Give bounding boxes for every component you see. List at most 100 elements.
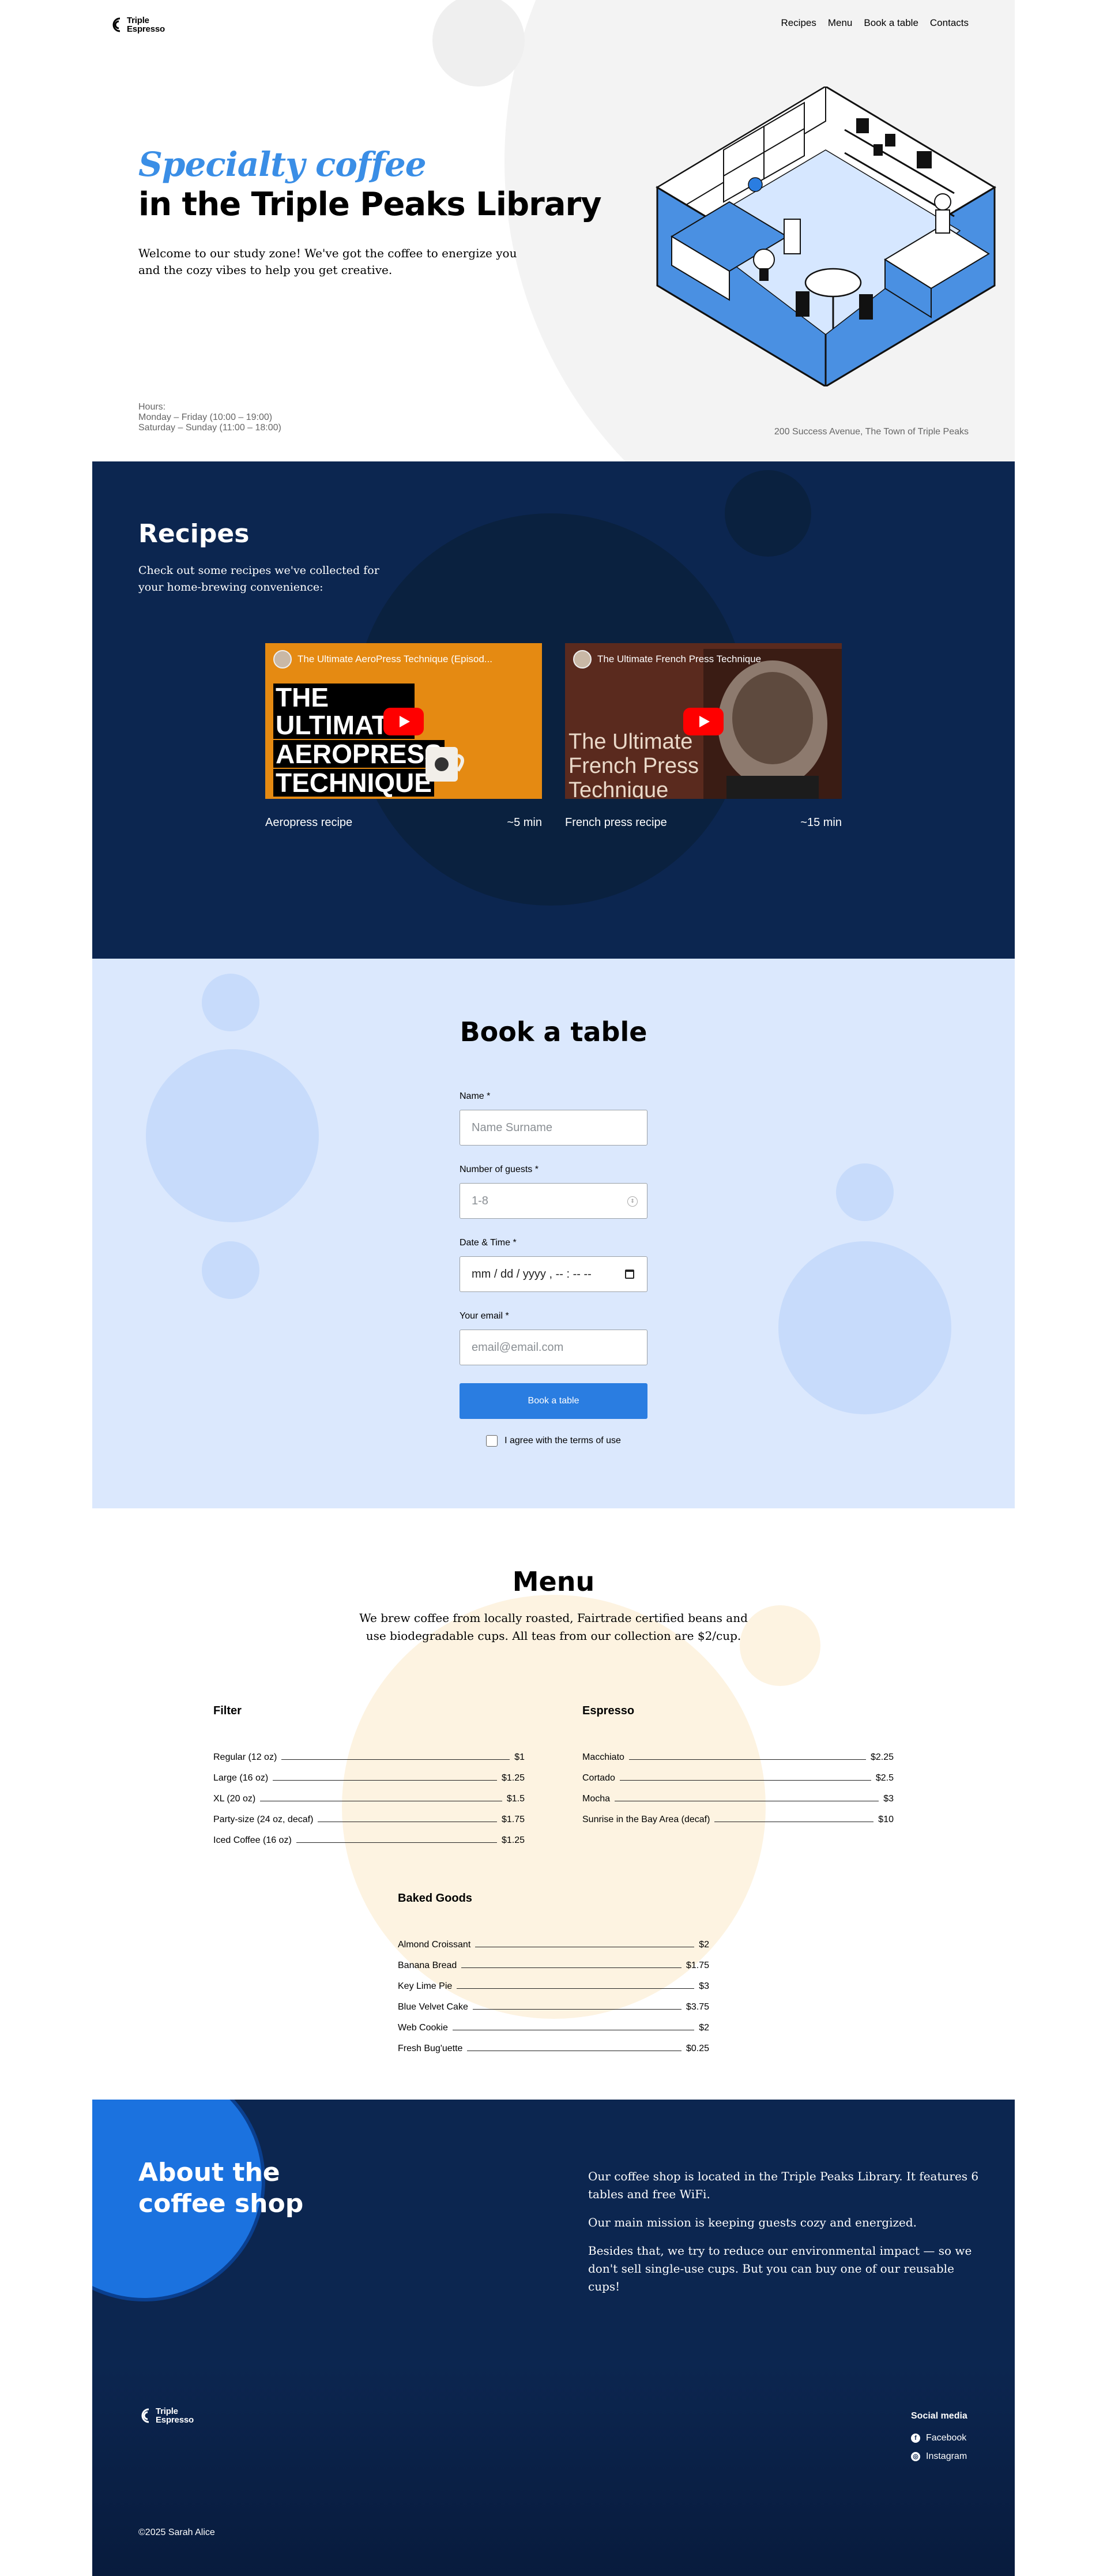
coffee-mug-icon xyxy=(426,747,464,782)
french-press-video-card: The Ultimate French Press Technique The … xyxy=(565,643,842,829)
aeropress-video-player[interactable]: The Ultimate AeroPress Technique (Episod… xyxy=(265,643,542,799)
espresso-title: Espresso xyxy=(582,1704,635,1717)
decor-circle xyxy=(202,1241,259,1299)
social-media: Social media f Facebook ◎ Instagram xyxy=(911,2411,967,2470)
menu-item: Iced Coffee (16 oz) $1.25 xyxy=(213,1835,525,1845)
menu-item: Cortado $2.5 xyxy=(582,1773,894,1783)
nav-contacts-link[interactable]: Contacts xyxy=(930,17,969,29)
terms-label: I agree with the terms of use xyxy=(504,1436,621,1445)
cafe-illustration xyxy=(656,87,996,386)
footer-logo[interactable]: Triple Espresso xyxy=(138,2407,194,2424)
terms-checkbox[interactable] xyxy=(486,1435,498,1447)
french-press-image xyxy=(703,649,842,799)
hero-title-main: in the Triple Peaks Library xyxy=(138,186,602,223)
terms-row: I agree with the terms of use xyxy=(460,1435,647,1447)
nav-book-link[interactable]: Book a table xyxy=(864,17,918,29)
about-paragraph: Our coffee shop is located in the Triple… xyxy=(588,2169,979,2201)
email-label: Your email * xyxy=(460,1311,509,1321)
guests-input[interactable]: 1-8 ⇕ xyxy=(460,1183,647,1219)
guests-label: Number of guests * xyxy=(460,1165,539,1174)
decor-circle xyxy=(778,1241,951,1414)
menu-item: Macchiato $2.25 xyxy=(582,1752,894,1762)
opening-hours: Hours: Monday – Friday (10:00 – 19:00) S… xyxy=(138,402,281,433)
video-title[interactable]: The Ultimate French Press Technique xyxy=(597,654,828,665)
thumbnail-title: The Ultimate French Press Technique xyxy=(568,730,699,799)
name-label: Name * xyxy=(460,1091,491,1101)
booking-form: Name * Name Surname Number of guests * 1… xyxy=(460,1091,647,1447)
baked-goods-menu: Baked Goods Almond Croissant $2 Banana Br… xyxy=(398,1892,709,2054)
hero-title: Specialty coffee in the Triple Peaks Lib… xyxy=(138,144,602,225)
filter-menu: Filter Regular (12 oz) $1 Large (16 oz) $1… xyxy=(213,1704,525,1846)
email-field: Your email * email@email.com xyxy=(460,1311,647,1365)
stepper-icon[interactable]: ⇕ xyxy=(627,1196,638,1207)
menu-item: Key Lime Pie $3 xyxy=(398,1981,709,1991)
channel-avatar[interactable] xyxy=(573,650,592,669)
video-header: The Ultimate French Press Technique xyxy=(573,650,828,669)
hero-section: Triple Espresso Recipes Menu Book a tabl… xyxy=(92,0,1015,461)
menu-item: Large (16 oz) $1.25 xyxy=(213,1773,525,1783)
facebook-icon: f xyxy=(911,2434,920,2443)
about-paragraph: Our main mission is keeping guests cozy … xyxy=(588,2215,917,2229)
menu-item: Blue Velvet Cake $3.75 xyxy=(398,2002,709,2012)
menu-item: Party-size (24 oz, decaf) $1.75 xyxy=(213,1815,525,1824)
facebook-link[interactable]: f Facebook xyxy=(911,2433,967,2443)
menu-section: Menu We brew coffee from locally roasted… xyxy=(92,1508,1015,2100)
menu-title: Menu xyxy=(512,1566,595,1597)
play-button-icon[interactable] xyxy=(683,708,724,735)
menu-item: Banana Bread $1.75 xyxy=(398,1961,709,1970)
datetime-field: Date & Time * mm / dd / yyyy , -- : -- -… xyxy=(460,1238,647,1292)
nav-menu-link[interactable]: Menu xyxy=(828,17,853,29)
menu-item: Mocha $3 xyxy=(582,1794,894,1804)
email-input[interactable]: email@email.com xyxy=(460,1330,647,1365)
about-paragraph: Besides that, we try to reduce our envir… xyxy=(588,2244,972,2293)
book-table-button[interactable]: Book a table xyxy=(460,1383,647,1419)
social-title: Social media xyxy=(911,2411,967,2421)
video-duration: ~15 min xyxy=(800,816,842,829)
filter-title: Filter xyxy=(213,1704,242,1717)
about-text: Our coffee shop is located in the Triple… xyxy=(588,2168,980,2306)
video-duration: ~5 min xyxy=(507,816,542,829)
booking-title: Book a table xyxy=(460,1016,647,1047)
baked-goods-title: Baked Goods xyxy=(398,1892,472,1905)
video-meta: Aeropress recipe ~5 min xyxy=(265,816,542,829)
menu-item: Fresh Bug'uette $0.25 xyxy=(398,2044,709,2053)
calendar-icon[interactable] xyxy=(625,1270,634,1279)
play-button-icon[interactable] xyxy=(383,708,424,735)
hero-description: Welcome to our study zone! We've got the… xyxy=(138,246,517,277)
aeropress-video-card: The Ultimate AeroPress Technique (Episod… xyxy=(265,643,542,829)
recipes-description: Check out some recipes we've collected f… xyxy=(138,564,379,594)
menu-item: Regular (12 oz) $1 xyxy=(213,1752,525,1762)
recipes-section: Recipes Check out some recipes we've col… xyxy=(92,461,1015,959)
header-logo[interactable]: Triple Espresso xyxy=(110,16,165,33)
menu-item: Almond Croissant $2 xyxy=(398,1940,709,1950)
nav-recipes-link[interactable]: Recipes xyxy=(781,17,816,29)
address: 200 Success Avenue, The Town of Triple P… xyxy=(774,427,969,437)
name-input[interactable]: Name Surname xyxy=(460,1110,647,1146)
guests-field: Number of guests * 1-8 ⇕ xyxy=(460,1165,647,1219)
recipes-title: Recipes xyxy=(138,519,250,549)
video-meta: French press recipe ~15 min xyxy=(565,816,842,829)
menu-description: We brew coffee from locally roasted, Fai… xyxy=(359,1611,748,1643)
datetime-input[interactable]: mm / dd / yyyy , -- : -- -- xyxy=(460,1256,647,1292)
video-label: Aeropress recipe xyxy=(265,816,353,829)
page: Triple Espresso Recipes Menu Book a tabl… xyxy=(92,0,1015,2576)
main-nav: Recipes Menu Book a table Contacts xyxy=(781,17,969,29)
booking-section: Book a table Name * Name Surname Number … xyxy=(92,959,1015,1508)
menu-item: Web Cookie $2 xyxy=(398,2023,709,2033)
name-field: Name * Name Surname xyxy=(460,1091,647,1146)
hero-title-accent: Specialty coffee xyxy=(138,145,427,184)
espresso-menu: Espresso Macchiato $2.25 Cortado $2.5 Moch… xyxy=(582,1704,894,1825)
recipes-small-circle xyxy=(725,470,811,557)
french-press-video-player[interactable]: The Ultimate French Press Technique The … xyxy=(565,643,842,799)
decor-circle xyxy=(146,1049,319,1222)
menu-item: XL (20 oz) $1.5 xyxy=(213,1794,525,1804)
video-title[interactable]: The Ultimate AeroPress Technique (Episod… xyxy=(298,654,528,665)
channel-avatar[interactable] xyxy=(273,650,292,669)
video-header: The Ultimate AeroPress Technique (Episod… xyxy=(273,650,528,669)
video-label: French press recipe xyxy=(565,816,667,829)
hero-small-circle xyxy=(432,0,525,87)
instagram-link[interactable]: ◎ Instagram xyxy=(911,2451,967,2462)
copyright: ©2025 Sarah Alice xyxy=(138,2528,215,2537)
about-title: About the coffee shop xyxy=(138,2158,304,2218)
logo-cup-icon xyxy=(141,2408,149,2423)
